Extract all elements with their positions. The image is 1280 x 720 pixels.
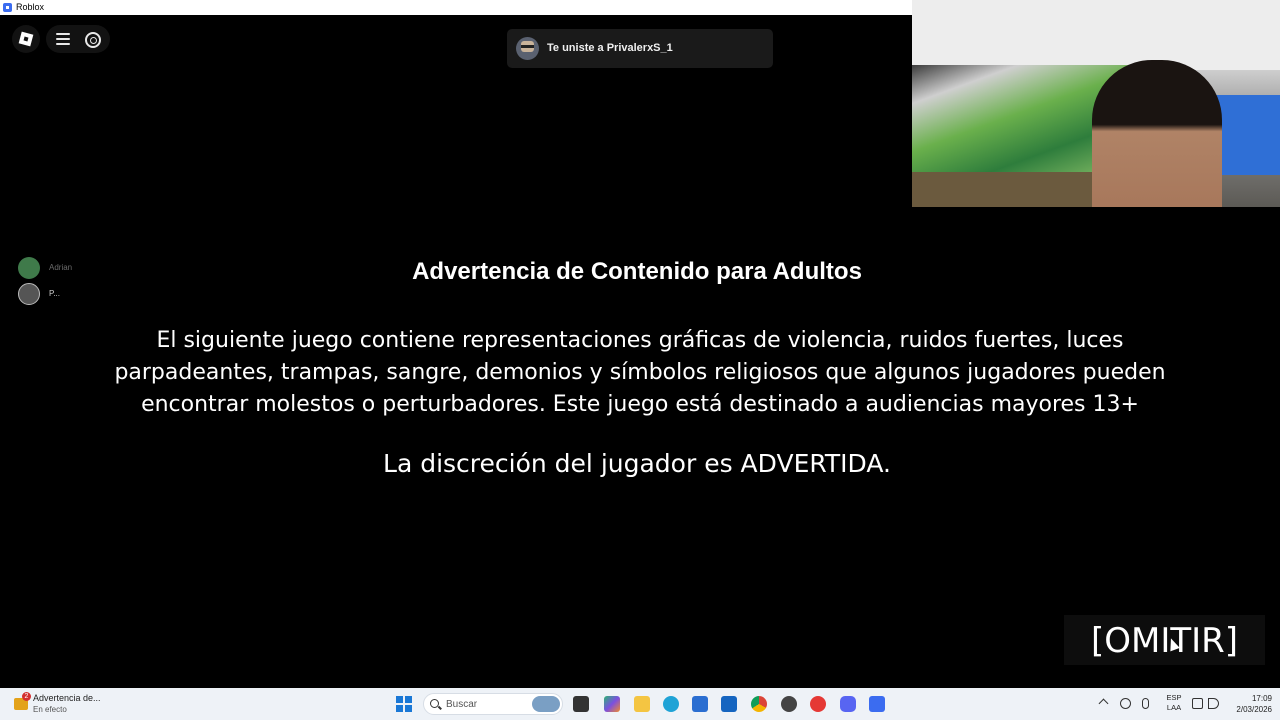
warning-body: El siguiente juego contiene representaci… bbox=[114, 328, 1166, 417]
display-icon[interactable] bbox=[1192, 698, 1203, 709]
roblox-logo-icon bbox=[18, 31, 34, 47]
taskbar-notification[interactable]: 2 Advertencia de... En efecto bbox=[12, 692, 122, 716]
network-offline-icon[interactable] bbox=[1120, 698, 1131, 709]
taskbar: 2 Advertencia de... En efecto Buscar ESP… bbox=[0, 688, 1280, 720]
start-windows-icon[interactable] bbox=[396, 696, 412, 712]
opera-icon[interactable] bbox=[810, 696, 826, 712]
skip-button[interactable]: [OMITIR] bbox=[1064, 615, 1265, 665]
file-explorer-icon[interactable] bbox=[573, 696, 589, 712]
roblox-icon[interactable] bbox=[869, 696, 885, 712]
chrome-icon[interactable] bbox=[751, 696, 767, 712]
search-highlight-image bbox=[532, 696, 560, 712]
language-code: ESP bbox=[1166, 693, 1182, 702]
webcam-overlay bbox=[912, 0, 1280, 207]
volume-icon[interactable] bbox=[1208, 698, 1219, 709]
window-titlebar: Roblox bbox=[0, 0, 912, 15]
warning-title: Advertencia de Contenido para Adultos bbox=[412, 258, 862, 285]
clock[interactable]: 17:09 2/03/2026 bbox=[1226, 693, 1272, 715]
player-avatar bbox=[18, 283, 40, 305]
notification-title: Advertencia de... bbox=[33, 693, 101, 703]
outlook-icon[interactable] bbox=[721, 696, 737, 712]
window-title: Roblox bbox=[16, 2, 45, 12]
edge-icon[interactable] bbox=[663, 696, 679, 712]
friend-avatar bbox=[516, 37, 539, 60]
keyboard-layout: LAA bbox=[1166, 703, 1182, 712]
join-notification-toast: Te uniste a PrivalerxS_1 bbox=[507, 29, 773, 68]
language-indicator[interactable]: ESP LAA bbox=[1163, 693, 1185, 713]
search-icon bbox=[430, 699, 439, 708]
discord-icon[interactable] bbox=[840, 696, 856, 712]
roblox-app-icon bbox=[3, 3, 12, 12]
taskbar-search[interactable]: Buscar bbox=[423, 693, 563, 715]
player-list-item[interactable]: P... bbox=[18, 283, 108, 305]
folder-icon[interactable] bbox=[634, 696, 650, 712]
roblox-toolbar bbox=[46, 25, 110, 53]
game-icon[interactable] bbox=[781, 696, 797, 712]
show-hidden-icons-chevron-icon[interactable] bbox=[1098, 698, 1109, 709]
search-placeholder: Buscar bbox=[446, 699, 478, 710]
clock-date: 2/03/2026 bbox=[1236, 705, 1272, 714]
clock-time: 17:09 bbox=[1251, 694, 1272, 703]
roblox-menu-button[interactable] bbox=[12, 25, 40, 53]
copilot-icon[interactable] bbox=[604, 696, 620, 712]
player-name: P... bbox=[49, 289, 60, 298]
hamburger-menu-icon[interactable] bbox=[56, 33, 70, 45]
warning-note: La discreción del jugador es ADVERTIDA. bbox=[383, 449, 891, 478]
notification-subtitle: En efecto bbox=[33, 705, 67, 714]
microphone-icon[interactable] bbox=[1142, 698, 1149, 709]
notification-badge: 2 bbox=[22, 692, 31, 701]
toast-text: Te uniste a PrivalerxS_1 bbox=[547, 42, 673, 54]
store-icon[interactable] bbox=[692, 696, 708, 712]
avatar-head-icon[interactable] bbox=[85, 32, 101, 48]
